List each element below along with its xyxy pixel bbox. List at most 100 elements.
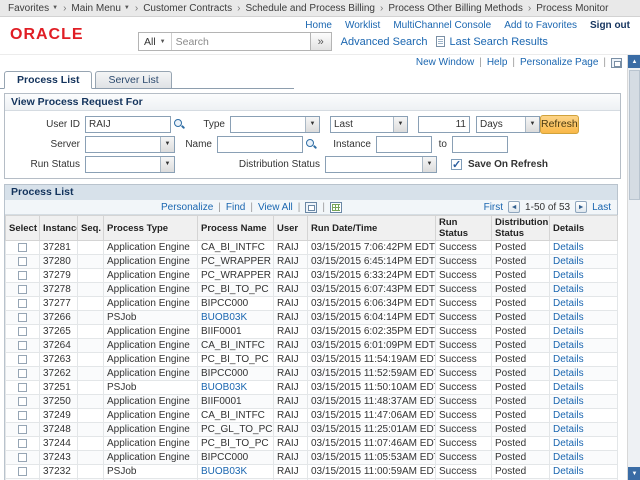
details-link[interactable]: Details [553,312,584,323]
breadcrumb-item-customer-contracts[interactable]: Customer Contracts [143,3,232,14]
column-header-instance[interactable]: Instance [40,216,78,241]
column-header-details[interactable]: Details [550,216,618,241]
first-link[interactable]: First [484,202,503,213]
nav-link-multichannel-console[interactable]: MultiChannel Console [393,20,491,31]
popout-icon[interactable] [305,202,317,213]
name-input[interactable] [217,136,303,153]
row-select-checkbox[interactable] [18,299,27,308]
advanced-search-link[interactable]: Advanced Search [341,36,428,48]
nav-link-sign-out[interactable]: Sign out [590,20,630,31]
column-header-run-status[interactable]: Run Status [436,216,492,241]
details-link[interactable]: Details [553,256,584,267]
row-select-checkbox[interactable] [18,439,27,448]
copy-url-icon[interactable] [611,58,622,68]
details-link[interactable]: Details [553,298,584,309]
cell-process-type: Application Engine [104,269,198,283]
page-link-personalize-page[interactable]: Personalize Page [520,57,598,68]
download-to-excel-icon[interactable] [330,202,342,213]
column-header-select[interactable]: Select [6,216,40,241]
details-link[interactable]: Details [553,326,584,337]
row-select-checkbox[interactable] [18,467,27,476]
vertical-scrollbar[interactable]: ▲ ▼ [627,55,640,480]
details-link[interactable]: Details [553,410,584,421]
type-dropdown[interactable]: ▼ [230,116,320,133]
row-select-checkbox[interactable] [18,383,27,392]
last-link[interactable]: Last [592,202,611,213]
process-name-link[interactable]: BUOB03K [201,312,247,323]
last-search-results[interactable]: Last Search Results [436,36,547,48]
name-lookup-icon[interactable] [305,138,318,151]
details-link[interactable]: Details [553,354,584,365]
row-select-checkbox[interactable] [18,453,27,462]
details-link[interactable]: Details [553,368,584,379]
nav-link-worklist[interactable]: Worklist [345,20,380,31]
column-header-seq-[interactable]: Seq. [78,216,104,241]
personalize-link[interactable]: Personalize [161,202,213,213]
details-link[interactable]: Details [553,242,584,253]
column-header-run-date-time[interactable]: Run Date/Time [308,216,436,241]
details-link[interactable]: Details [553,452,584,463]
row-select-checkbox[interactable] [18,327,27,336]
distribution-status-dropdown[interactable]: ▼ [325,156,437,173]
details-link[interactable]: Details [553,382,584,393]
details-link[interactable]: Details [553,396,584,407]
previous-page-icon[interactable]: ◄ [508,201,520,213]
column-header-user[interactable]: User [274,216,308,241]
details-link[interactable]: Details [553,424,584,435]
save-on-refresh-checkbox[interactable] [451,159,462,170]
row-select-checkbox[interactable] [18,425,27,434]
details-link[interactable]: Details [553,466,584,477]
tab-server-list[interactable]: Server List [95,71,171,88]
column-header-distribution-status[interactable]: Distribution Status [492,216,550,241]
column-header-process-name[interactable]: Process Name [198,216,274,241]
details-link[interactable]: Details [553,270,584,281]
row-select-checkbox[interactable] [18,397,27,406]
row-select-checkbox[interactable] [18,369,27,378]
last-dropdown[interactable]: Last▼ [330,116,408,133]
search-input[interactable] [172,33,310,50]
refresh-button[interactable]: Refresh [540,115,579,134]
cell-run-status: Success [436,353,492,367]
breadcrumb-item-main-menu[interactable]: Main Menu▼ [71,3,129,14]
search-go-button[interactable]: » [310,33,331,50]
details-link[interactable]: Details [553,284,584,295]
scroll-up-icon[interactable]: ▲ [628,55,640,68]
server-dropdown[interactable]: ▼ [85,136,175,153]
cell-run-status: Success [436,255,492,269]
breadcrumb-item-favorites[interactable]: Favorites▼ [8,3,58,14]
tab-process-list[interactable]: Process List [4,71,92,89]
scroll-down-icon[interactable]: ▼ [628,467,640,480]
days-count-input[interactable] [418,116,470,133]
column-header-process-type[interactable]: Process Type [104,216,198,241]
row-select-checkbox[interactable] [18,271,27,280]
breadcrumb-item-schedule-and-process-billing[interactable]: Schedule and Process Billing [245,3,375,14]
run-status-dropdown[interactable]: ▼ [85,156,175,173]
instance-from-input[interactable] [376,136,432,153]
search-scope-dropdown[interactable]: All▼ [139,33,171,50]
process-name-link[interactable]: BUOB03K [201,466,247,477]
user-id-lookup-icon[interactable] [173,118,186,131]
details-link[interactable]: Details [553,340,584,351]
instance-to-input[interactable] [452,136,508,153]
process-name-link[interactable]: BUOB03K [201,382,247,393]
row-select-checkbox[interactable] [18,341,27,350]
row-select-checkbox[interactable] [18,355,27,364]
next-page-icon[interactable]: ► [575,201,587,213]
nav-link-add-to-favorites[interactable]: Add to Favorites [504,20,577,31]
user-id-input[interactable] [85,116,171,133]
page-link-help[interactable]: Help [487,57,508,68]
details-link[interactable]: Details [553,438,584,449]
row-select-checkbox[interactable] [18,313,27,322]
row-select-checkbox[interactable] [18,243,27,252]
view-all-link[interactable]: View All [258,202,293,213]
row-select-checkbox[interactable] [18,257,27,266]
nav-link-home[interactable]: Home [305,20,332,31]
scrollbar-thumb[interactable] [629,70,640,200]
row-select-checkbox[interactable] [18,411,27,420]
find-link[interactable]: Find [226,202,245,213]
page-link-new-window[interactable]: New Window [416,57,474,68]
breadcrumb-item-process-monitor[interactable]: Process Monitor [536,3,608,14]
days-unit-dropdown[interactable]: Days▼ [476,116,540,133]
breadcrumb-item-process-other-billing-methods[interactable]: Process Other Billing Methods [388,3,523,14]
row-select-checkbox[interactable] [18,285,27,294]
